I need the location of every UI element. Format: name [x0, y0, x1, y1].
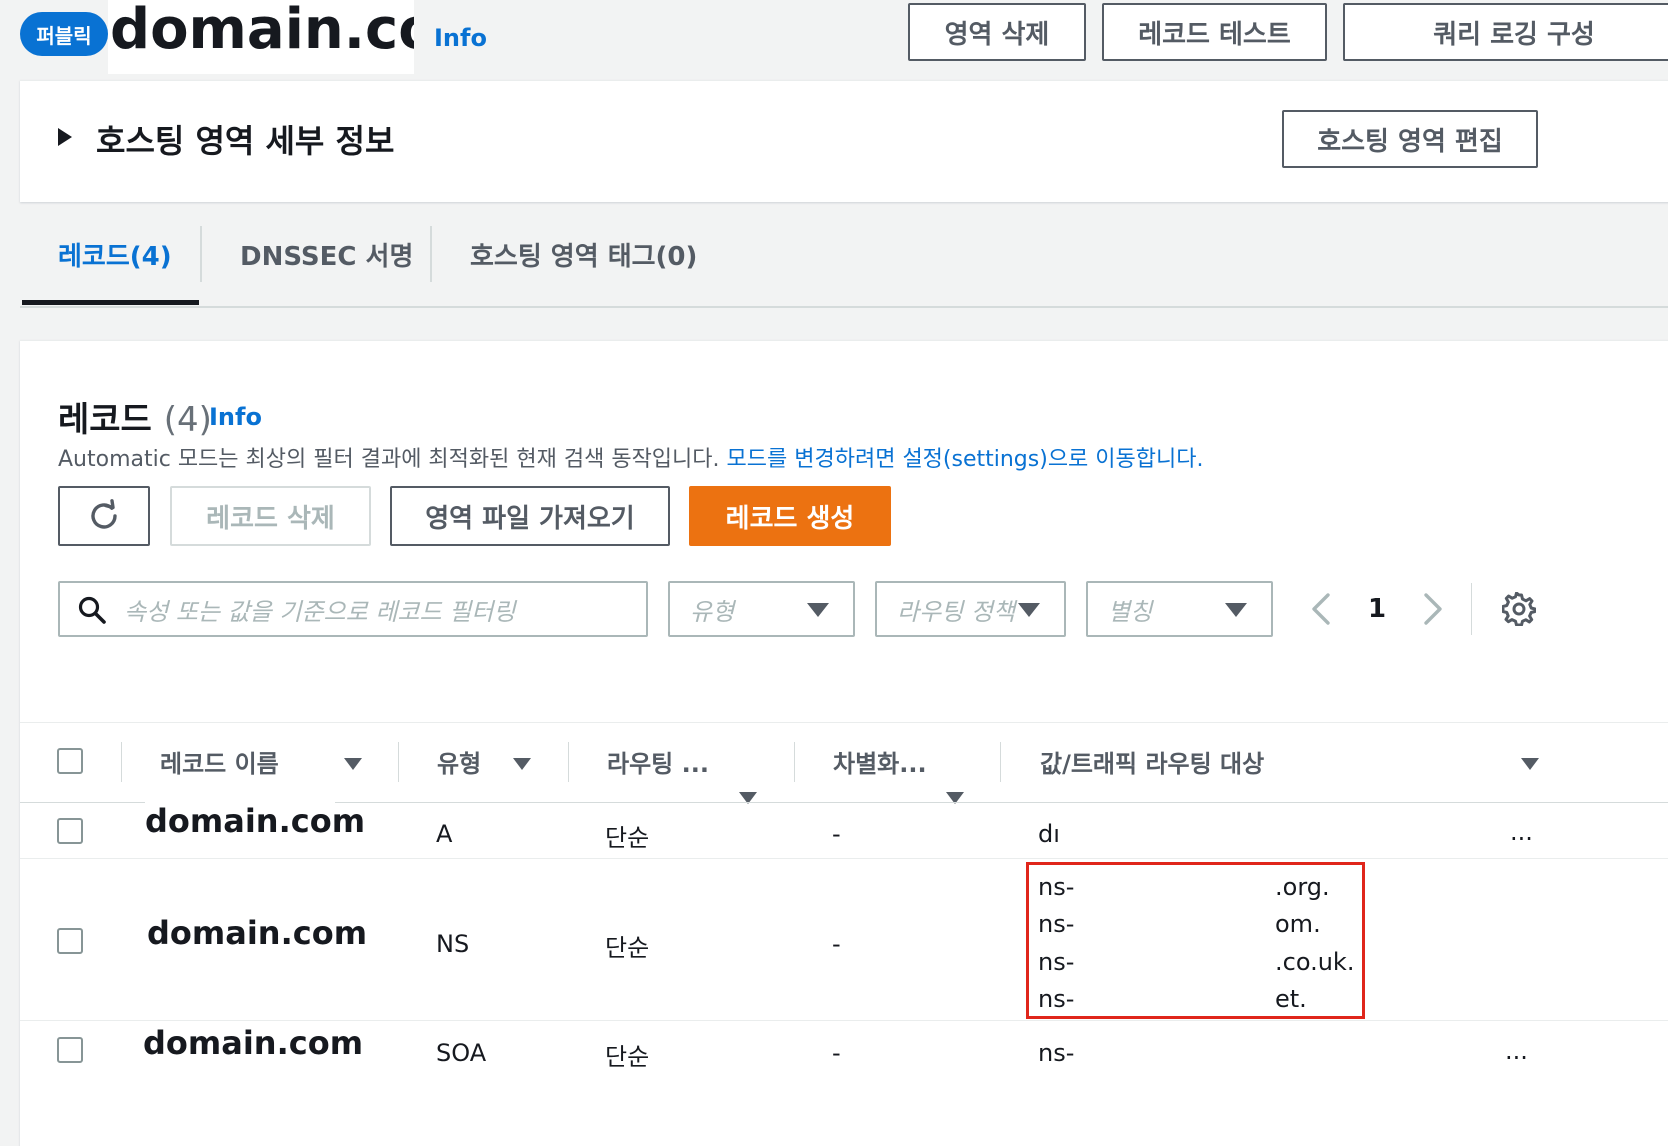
sort-icon[interactable] — [513, 758, 531, 770]
hosted-zone-details-title[interactable]: 호스팅 영역 세부 정보 — [96, 116, 394, 162]
record-value: ns- — [1038, 1039, 1075, 1067]
column-header-differentiator[interactable]: 차별화... — [833, 744, 927, 779]
pagination-divider — [1471, 583, 1472, 635]
record-name[interactable]: domain.com — [147, 912, 367, 962]
more-icon[interactable]: ... — [1510, 818, 1533, 846]
alias-filter-select[interactable]: 별칭 — [1086, 581, 1273, 637]
record-differentiator: - — [832, 930, 841, 958]
column-header-value[interactable]: 값/트래픽 라우팅 대상 — [1040, 744, 1264, 779]
sort-icon[interactable] — [344, 758, 362, 770]
tabs-bottom-border — [20, 306, 1668, 308]
tab-divider — [430, 226, 432, 282]
description-text: Automatic 모드는 최상의 필터 결과에 최적화된 현재 검색 동작입니… — [58, 447, 720, 472]
refresh-button[interactable] — [58, 486, 150, 546]
tab-divider — [200, 226, 202, 282]
sort-icon[interactable] — [1521, 758, 1539, 770]
records-info-link[interactable]: Info — [209, 403, 262, 431]
column-separator — [1000, 742, 1001, 782]
tab-hosted-zone-tags[interactable]: 호스팅 영역 태그(0) — [470, 226, 697, 282]
column-header-record-name[interactable]: 레코드 이름 — [160, 744, 279, 779]
column-separator — [568, 742, 569, 782]
type-filter-select[interactable]: 유형 — [668, 581, 855, 637]
column-separator — [794, 742, 795, 782]
records-search-input[interactable]: 속성 또는 값을 기준으로 레코드 필터링 — [58, 581, 648, 637]
previous-page-icon[interactable] — [1308, 592, 1334, 626]
record-routing: 단순 — [605, 824, 650, 852]
caret-right-icon[interactable] — [58, 128, 72, 146]
row-divider — [20, 1020, 1668, 1021]
edit-hosted-zone-button[interactable]: 호스팅 영역 편집 — [1282, 110, 1538, 168]
settings-gear-icon[interactable] — [1502, 592, 1536, 626]
info-link[interactable]: Info — [434, 24, 487, 52]
type-filter-label: 유형 — [690, 597, 735, 626]
record-routing: 단순 — [605, 1043, 650, 1071]
row-checkbox[interactable] — [57, 928, 83, 954]
create-record-button[interactable]: 레코드 생성 — [689, 486, 891, 546]
record-type: NS — [436, 930, 470, 958]
record-type: A — [436, 820, 453, 848]
select-all-checkbox[interactable] — [57, 748, 83, 774]
more-icon[interactable]: ... — [1505, 1037, 1528, 1065]
row-checkbox[interactable] — [57, 818, 83, 844]
row-checkbox[interactable] — [57, 1037, 83, 1063]
records-description: Automatic 모드는 최상의 필터 결과에 최적화된 현재 검색 동작입니… — [58, 441, 1203, 473]
column-header-type[interactable]: 유형 — [437, 744, 481, 779]
record-differentiator: - — [832, 820, 841, 848]
highlight-box — [1026, 862, 1365, 1019]
tab-dnssec[interactable]: DNSSEC 서명 — [240, 226, 413, 282]
search-icon — [78, 596, 106, 624]
routing-filter-label: 라우팅 정책 — [897, 597, 1016, 626]
test-record-button[interactable]: 레코드 테스트 — [1102, 3, 1327, 61]
caret-down-icon — [1225, 603, 1247, 617]
table-top-border — [20, 722, 1668, 723]
caret-down-icon — [1018, 603, 1040, 617]
search-placeholder: 속성 또는 값을 기준으로 레코드 필터링 — [124, 597, 516, 626]
page-title: domain.com — [108, 0, 414, 74]
column-separator — [121, 742, 122, 782]
record-type: SOA — [436, 1039, 487, 1067]
record-value: dı — [1038, 820, 1060, 848]
public-badge: 퍼블릭 — [20, 12, 108, 56]
refresh-icon — [91, 499, 117, 529]
delete-records-button[interactable]: 레코드 삭제 — [170, 486, 371, 546]
next-page-icon[interactable] — [1420, 592, 1446, 626]
configure-query-logging-button[interactable]: 쿼리 로깅 구성 — [1343, 3, 1668, 61]
import-zone-file-button[interactable]: 영역 파일 가져오기 — [390, 486, 670, 546]
settings-link[interactable]: 모드를 변경하려면 설정(settings)으로 이동합니다. — [727, 447, 1204, 472]
record-name[interactable]: domain.com — [145, 800, 365, 846]
column-header-routing-policy[interactable]: 라우팅 ... — [607, 744, 709, 779]
alias-filter-label: 별칭 — [1108, 597, 1153, 626]
record-routing: 단순 — [605, 934, 650, 962]
column-separator — [398, 742, 399, 782]
record-differentiator: - — [832, 1039, 841, 1067]
caret-down-icon — [807, 603, 829, 617]
row-divider — [20, 858, 1668, 859]
active-tab-indicator — [22, 300, 199, 305]
record-name[interactable]: domain.com — [143, 1022, 363, 1068]
records-count: (4) — [163, 400, 212, 440]
current-page[interactable]: 1 — [1368, 594, 1386, 624]
records-title: 레코드 — [58, 400, 152, 440]
tab-records[interactable]: 레코드(4) — [58, 226, 172, 282]
routing-policy-filter-select[interactable]: 라우팅 정책 — [875, 581, 1066, 637]
records-heading: 레코드 (4) — [58, 392, 212, 441]
delete-zone-button[interactable]: 영역 삭제 — [908, 3, 1086, 61]
